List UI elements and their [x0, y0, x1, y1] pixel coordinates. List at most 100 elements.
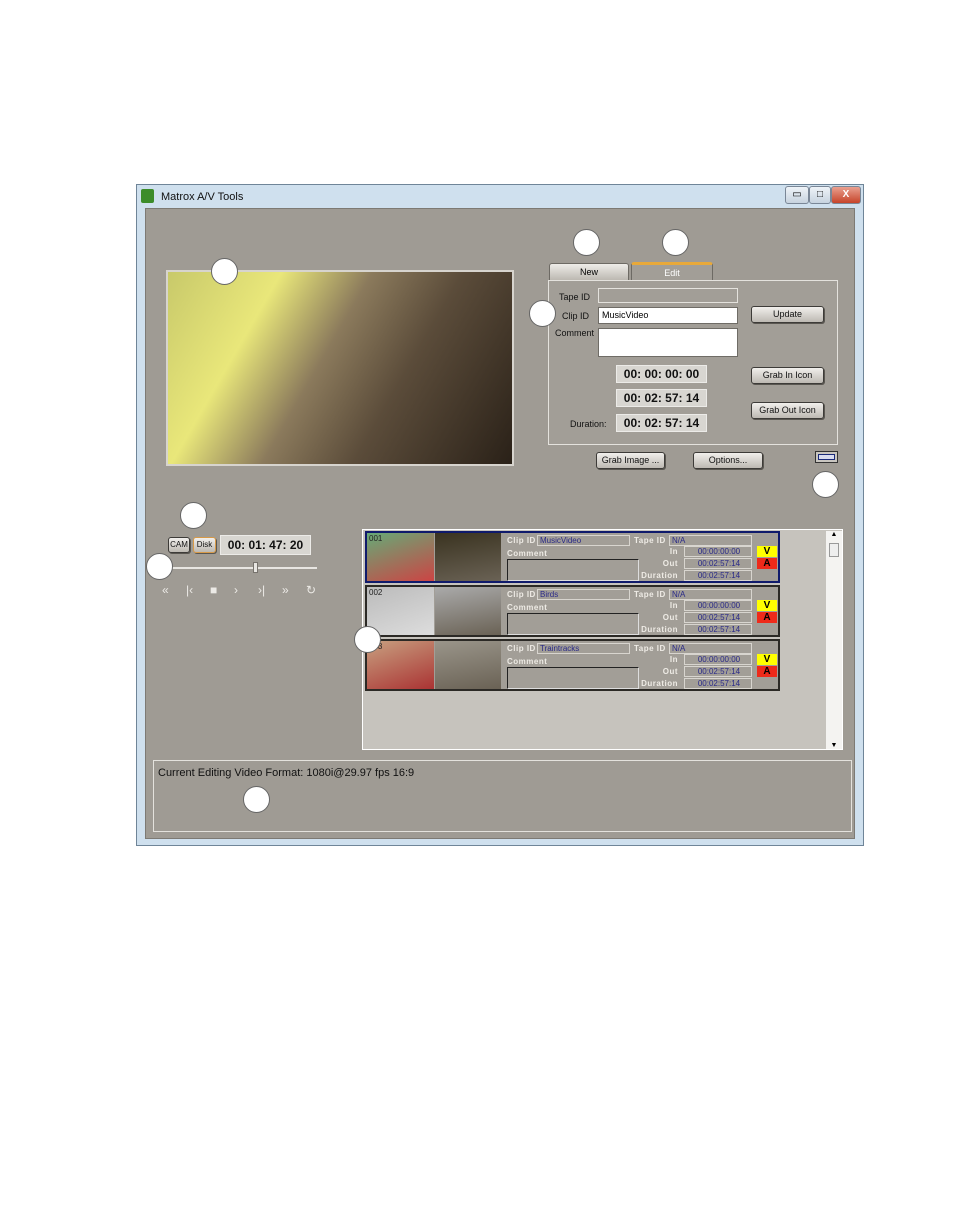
clip-comment — [507, 613, 639, 635]
comment-label: Comment — [507, 603, 548, 612]
monitor-icon — [818, 454, 835, 460]
tape-id-value: N/A — [669, 535, 752, 546]
in-value: 00:00:00:00 — [684, 546, 752, 557]
callout-marker — [573, 229, 600, 256]
minimize-button[interactable]: ▭ — [785, 186, 809, 204]
duration-label: Duration — [641, 571, 678, 580]
in-label: In — [669, 601, 678, 610]
callout-marker — [354, 626, 381, 653]
out-timecode: 00: 02: 57: 14 — [616, 389, 707, 407]
disk-button[interactable]: Disk — [193, 537, 216, 553]
in-label: In — [669, 655, 678, 664]
in-timecode: 00: 00: 00: 00 — [616, 365, 707, 383]
clip-row[interactable]: 002 Clip ID Birds Tape ID N/A Comment In… — [365, 585, 780, 637]
clip-id-label: Clip ID — [507, 644, 536, 653]
clip-thumbnail-out — [435, 587, 501, 635]
go-to-start-icon[interactable]: |‹ — [186, 583, 193, 597]
duration-value: 00:02:57:14 — [684, 624, 752, 635]
tape-id-value: N/A — [669, 643, 752, 654]
close-button[interactable]: X — [831, 186, 861, 204]
video-track-badge[interactable]: V — [757, 654, 777, 665]
clip-row[interactable]: 001 Clip ID MusicVideo Tape ID N/A Comme… — [365, 531, 780, 583]
clip-list-scrollbar[interactable]: ▲ ▼ — [826, 531, 842, 749]
stop-icon[interactable]: ■ — [210, 583, 217, 597]
clip-id-label: Clip ID — [507, 536, 536, 545]
comment-label: Comment — [555, 328, 595, 338]
clip-number: 001 — [369, 534, 383, 543]
tape-id-label: Tape ID — [634, 590, 666, 599]
options-button[interactable]: Options... — [693, 452, 763, 469]
duration-label: Duration — [641, 625, 678, 634]
out-label: Out — [662, 667, 678, 676]
comment-label: Comment — [507, 549, 548, 558]
out-value: 00:02:57:14 — [684, 666, 752, 677]
clip-comment — [507, 667, 639, 689]
audio-track-badge[interactable]: A — [757, 558, 777, 569]
grab-in-icon-button[interactable]: Grab In Icon — [751, 367, 824, 384]
tab-new[interactable]: New — [549, 263, 629, 281]
scrub-slider[interactable] — [170, 567, 317, 569]
video-track-badge[interactable]: V — [757, 546, 777, 557]
scrollbar-thumb[interactable] — [829, 543, 839, 557]
in-value: 00:00:00:00 — [684, 654, 752, 665]
in-label: In — [669, 547, 678, 556]
window-title: Matrox A/V Tools — [161, 191, 244, 203]
callout-marker — [529, 300, 556, 327]
play-icon[interactable]: › — [234, 583, 238, 597]
loop-icon[interactable]: ↻ — [306, 583, 316, 597]
clip-id-value: Traintracks — [537, 643, 630, 654]
clip-comment — [507, 559, 639, 581]
clip-id-value: MusicVideo — [537, 535, 630, 546]
out-label: Out — [662, 559, 678, 568]
clip-thumbnail-out — [435, 533, 501, 581]
tape-id-label: Tape ID — [634, 644, 666, 653]
video-track-badge[interactable]: V — [757, 600, 777, 611]
out-value: 00:02:57:14 — [684, 612, 752, 623]
go-to-end-icon[interactable]: ›| — [258, 583, 265, 597]
callout-marker — [180, 502, 207, 529]
duration-label: Duration — [641, 679, 678, 688]
duration-label: Duration: — [570, 419, 607, 429]
callout-marker — [662, 229, 689, 256]
audio-track-badge[interactable]: A — [757, 612, 777, 623]
tape-id-value: N/A — [669, 589, 752, 600]
audio-track-badge[interactable]: A — [757, 666, 777, 677]
scroll-up-icon[interactable]: ▲ — [826, 531, 842, 538]
slider-thumb[interactable] — [253, 562, 259, 573]
rewind-icon[interactable]: « — [162, 583, 169, 597]
clip-id-label: Clip ID — [562, 311, 590, 321]
update-button[interactable]: Update — [751, 306, 824, 323]
comment-label: Comment — [507, 657, 548, 666]
playback-timecode: 00: 01: 47: 20 — [220, 535, 311, 555]
in-value: 00:00:00:00 — [684, 600, 752, 611]
cam-button[interactable]: CAM — [168, 537, 190, 553]
callout-marker — [211, 258, 238, 285]
out-value: 00:02:57:14 — [684, 558, 752, 569]
grab-out-icon-button[interactable]: Grab Out Icon — [751, 402, 824, 419]
callout-marker — [243, 786, 270, 813]
tape-id-label: Tape ID — [634, 536, 666, 545]
callout-marker — [146, 553, 173, 580]
tape-id-input[interactable] — [598, 288, 738, 303]
video-preview — [166, 270, 514, 466]
clip-thumbnail-out — [435, 641, 501, 689]
duration-value: 00:02:57:14 — [684, 570, 752, 581]
callout-marker — [812, 471, 839, 498]
grab-image-button[interactable]: Grab Image ... — [596, 452, 665, 469]
clip-id-label: Clip ID — [507, 590, 536, 599]
clip-id-value: Birds — [537, 589, 630, 600]
scroll-down-icon[interactable]: ▼ — [826, 742, 842, 749]
maximize-button[interactable]: □ — [809, 186, 831, 204]
app-icon — [141, 189, 154, 203]
clip-row[interactable]: 003 Clip ID Traintracks Tape ID N/A Comm… — [365, 639, 780, 691]
comment-textarea[interactable] — [598, 328, 738, 357]
fast-forward-icon[interactable]: » — [282, 583, 289, 597]
clip-id-input[interactable]: MusicVideo — [598, 307, 738, 324]
duration-value: 00:02:57:14 — [684, 678, 752, 689]
monitor-toggle-button[interactable] — [815, 451, 838, 463]
clip-number: 002 — [369, 588, 383, 597]
duration-timecode: 00: 02: 57: 14 — [616, 414, 707, 432]
tape-id-label: Tape ID — [559, 292, 591, 302]
status-text: Current Editing Video Format: 1080i@29.9… — [158, 767, 415, 779]
tab-edit[interactable]: Edit — [631, 262, 713, 280]
